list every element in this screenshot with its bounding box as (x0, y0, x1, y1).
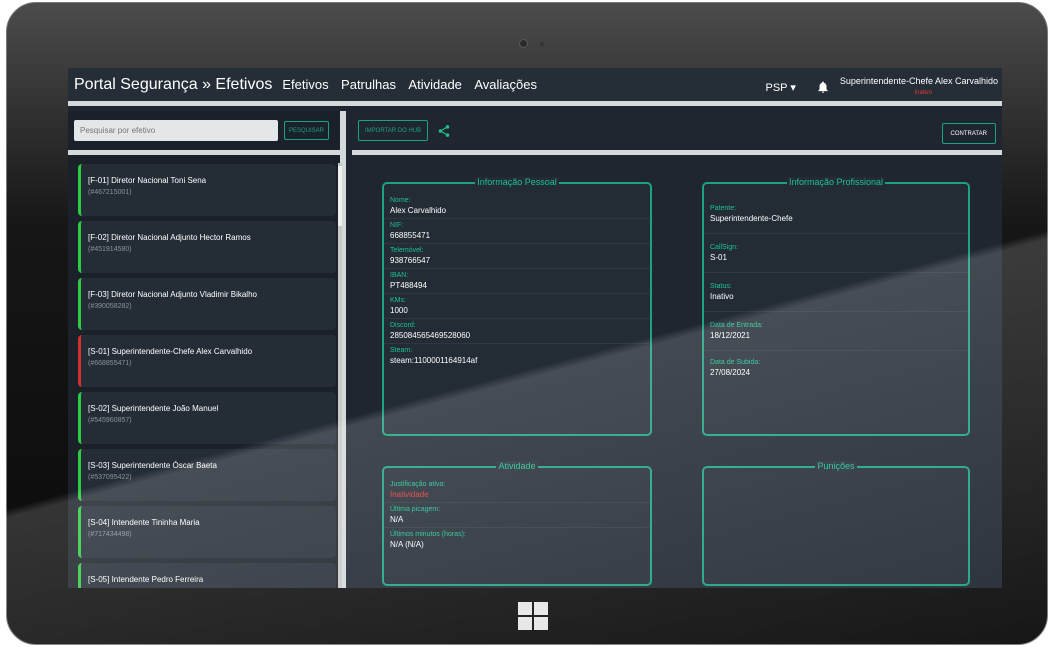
field-steam: Steam: steam:1100001164914af (390, 347, 478, 365)
officer-id: (#717434498) (88, 531, 132, 538)
bell-icon[interactable] (816, 80, 830, 94)
field-status: Status: Inativo (704, 273, 968, 312)
field-phone: Telemóvel: 938766547 (384, 244, 650, 269)
field-promotion-date: Data de Subida: 27/08/2024 (710, 359, 761, 377)
brand-title[interactable]: Portal Segurança » Efetivos (74, 76, 272, 94)
officer-id: (#545960857) (88, 417, 132, 424)
card-title: Punições (815, 461, 857, 471)
import-hub-button[interactable]: IMPORTAR DO HUB (358, 120, 429, 141)
hire-button[interactable]: CONTRATAR (941, 123, 996, 144)
screen: Portal Segurança » Efetivos Efetivos Pat… (68, 68, 1002, 588)
nav-efetivos[interactable]: Efetivos (282, 77, 328, 92)
officer-id: (#451914580) (88, 246, 132, 253)
field-justification: Justificação ativa: Inatividade (384, 478, 650, 503)
camera-icon (519, 39, 528, 48)
nav-atividade[interactable]: Atividade (408, 77, 461, 92)
card-title: Informação Profissional (786, 177, 886, 187)
list-item[interactable]: [S-05] Intendente Pedro Ferreira (78, 563, 336, 588)
windows-icon[interactable] (518, 602, 548, 630)
officer-list: [F-01] Diretor Nacional Toni Sena (#46721… (78, 164, 336, 588)
list-item[interactable]: [S-02] Superintendente João Manuel (#5459… (78, 392, 336, 444)
list-scrollbar[interactable] (338, 163, 342, 588)
sensor-icon (540, 42, 544, 46)
user-status: Inativo (914, 90, 932, 96)
navbar-right: PSP ▾ Superintendente-Chefe Alex Carvalh… (766, 68, 999, 106)
officer-name: [F-01] Diretor Nacional Toni Sena (88, 176, 207, 185)
nav-avaliacoes[interactable]: Avaliações (474, 77, 537, 92)
officer-name: [F-03] Diretor Nacional Adjunto Vladimir… (88, 290, 257, 299)
officer-name: [S-05] Intendente Pedro Ferreira (88, 575, 204, 584)
field-name: Nome: Alex Carvalhido (384, 194, 650, 219)
card-title: Atividade (496, 461, 538, 471)
department-dropdown[interactable]: PSP ▾ (766, 81, 796, 94)
field-discord: Discord: 285084565469528060 (384, 319, 650, 344)
field-nif: NIF: 668855471 (384, 219, 650, 244)
scrollbar-thumb[interactable] (338, 166, 342, 226)
officer-id: (#467215001) (88, 189, 132, 196)
field-callsign: CallSign: S-01 (704, 234, 968, 273)
field-kms: KMs: 1000 (384, 294, 650, 319)
main-nav: Efetivos Patrulhas Atividade Avaliações (282, 76, 545, 94)
list-item[interactable]: [F-02] Diretor Nacional Adjunto Hector R… (78, 221, 336, 273)
officer-id: (#537095422) (88, 474, 132, 481)
list-item[interactable]: [F-03] Diretor Nacional Adjunto Vladimir… (78, 278, 336, 330)
user-name: Superintendente-Chefe Alex Carvalhido (839, 76, 998, 86)
list-item[interactable]: [S-01] Superintendente-Chefe Alex Carval… (78, 335, 336, 387)
officer-name: [S-02] Superintendente João Manuel (88, 404, 219, 413)
punishments-card: Punições (702, 461, 970, 586)
actions-toolbar: IMPORTAR DO HUB CONTRATAR (352, 111, 1002, 155)
officer-list-pane: PESQUISAR [F-01] Diretor Nacional Toni S… (68, 111, 346, 588)
search-button[interactable]: PESQUISAR (284, 121, 330, 140)
field-entry-date: Data de Entrada: 18/12/2021 (704, 312, 968, 351)
activity-card: Atividade Justificação ativa: Inatividade… (382, 461, 652, 586)
officer-id: (#668855471) (88, 360, 132, 367)
list-item[interactable]: [S-04] Intendente Tininha Maria (#7174344… (78, 506, 336, 558)
field-last-minutes: Últimos minutos (horas): N/A (N/A) (390, 531, 466, 549)
officer-name: [S-04] Intendente Tininha Maria (88, 518, 200, 527)
personal-info-card: Informação Pessoal Nome: Alex Carvalhido … (382, 177, 652, 436)
nav-patrulhas[interactable]: Patrulhas (341, 77, 396, 92)
search-bar: PESQUISAR (68, 111, 340, 155)
list-item[interactable]: [F-01] Diretor Nacional Toni Sena (#46721… (78, 164, 336, 216)
field-rank: Patente: Superintendente-Chefe (704, 202, 968, 234)
top-navbar: Portal Segurança » Efetivos Efetivos Pat… (68, 68, 1002, 106)
officer-name: [S-01] Superintendente-Chefe Alex Carval… (88, 347, 253, 356)
officer-name: [F-02] Diretor Nacional Adjunto Hector R… (88, 233, 251, 242)
officer-details: Informação Pessoal Nome: Alex Carvalhido … (352, 160, 1002, 588)
field-iban: IBAN: PT488494 (384, 269, 650, 294)
card-title: Informação Pessoal (475, 177, 559, 187)
share-icon[interactable] (437, 124, 451, 138)
user-profile[interactable]: Superintendente-Chefe Alex Carvalhido In… (840, 75, 998, 99)
officer-name: [S-03] Superintendente Óscar Baeta (88, 461, 217, 470)
field-last-clock: Última picagem: N/A (384, 503, 650, 528)
list-item[interactable]: [S-03] Superintendente Óscar Baeta (#5370… (78, 449, 336, 501)
search-input[interactable] (74, 120, 278, 141)
officer-id: (#390058282) (88, 303, 132, 310)
professional-info-card: Informação Profissional Patente: Superint… (702, 177, 970, 436)
